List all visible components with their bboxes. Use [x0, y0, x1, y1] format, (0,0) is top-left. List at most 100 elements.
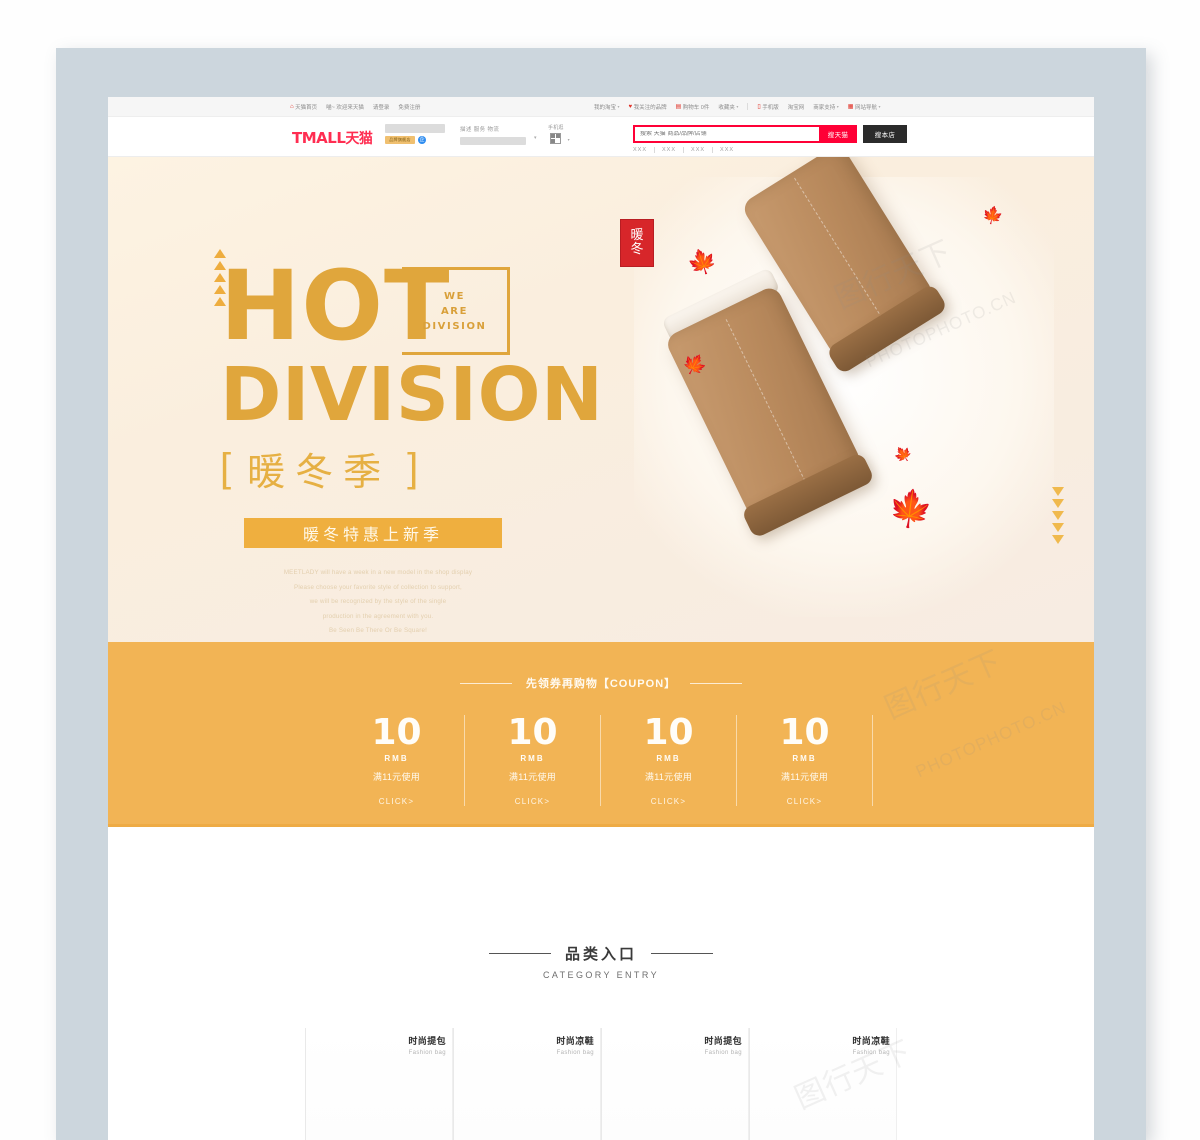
rating-bars-placeholder — [460, 137, 526, 145]
topbar-link-mobile[interactable]: ▯ 手机版 — [757, 103, 778, 111]
chevron-down-icon[interactable]: ▾ — [534, 135, 537, 141]
category-card[interactable]: 时尚凉鞋 Fashion bag $299 — [453, 1028, 601, 1140]
coupon-currency: RMB — [792, 754, 817, 763]
we-are-division-box: WE ARE DIVISION — [402, 267, 510, 355]
coupon-condition: 满11元使用 — [780, 772, 829, 782]
para-line: Be Seen Be There Or Be Square! — [328, 627, 428, 635]
category-card[interactable]: 时尚提包 Fashion bag $299 — [601, 1028, 749, 1140]
grid-icon: ▦ — [847, 103, 854, 110]
coupon-currency: RMB — [384, 754, 409, 763]
category-card-title: 时尚凉鞋 — [852, 1036, 890, 1046]
hero-paragraph: MEETLADY will have a week in a new model… — [228, 566, 528, 639]
coupon-card[interactable]: 10 RMB 满11元使用 CLICK> — [329, 715, 465, 806]
search-input[interactable] — [640, 131, 819, 137]
category-card-grid: 时尚提包 Fashion bag $299 时尚凉鞋 Fashion bag $… — [108, 1028, 1094, 1140]
topbar-link-taobao[interactable]: 淘宝网 — [788, 103, 805, 111]
topbar-link-home[interactable]: ⌂ 天猫首页 — [290, 103, 317, 111]
tmall-logo[interactable]: TMALL天猫 — [292, 128, 373, 148]
hotword-link[interactable]: XXX — [720, 147, 741, 153]
topbar-link-my-taobao[interactable]: 我的淘宝 ▾ — [594, 103, 620, 111]
chevron-down-icon: ▾ — [836, 104, 839, 109]
product-photo-boots[interactable]: 🍁 🍁 🍁 🍁 🍁 — [652, 157, 1042, 615]
topbar-link-login[interactable]: 请登录 — [373, 103, 390, 111]
category-card-title: 时尚提包 — [704, 1036, 742, 1046]
chevron-down-icon: ▾ — [878, 104, 881, 109]
box-line-2: ARE — [440, 305, 469, 317]
para-line: production in the agreement with you. — [322, 612, 434, 620]
para-line: MEETLADY will have a week in a new model… — [283, 569, 473, 577]
topbar-link-welcome[interactable]: 喵~ 欢迎来天猫 — [326, 103, 364, 111]
shop-page: ⌂ 天猫首页 喵~ 欢迎来天猫 请登录 免费注册 我的淘宝 ▾ ♥ 我关注的品牌… — [108, 97, 1094, 1140]
topbar-link-label: 喵~ 欢迎来天猫 — [326, 104, 364, 111]
coupon-card[interactable]: 10 RMB 满11元使用 CLICK> — [601, 715, 737, 806]
divider — [651, 953, 713, 954]
topbar-link-label: 我关注的品牌 — [633, 104, 667, 111]
category-card[interactable]: 时尚提包 Fashion bag $299 — [305, 1028, 453, 1140]
bracket-right: ] — [407, 446, 419, 491]
tmall-topbar: ⌂ 天猫首页 喵~ 欢迎来天猫 请登录 免费注册 我的淘宝 ▾ ♥ 我关注的品牌… — [108, 97, 1094, 117]
divider — [488, 953, 551, 954]
hotword-link[interactable]: XXX — [633, 147, 656, 153]
phone-icon: ▯ — [757, 103, 761, 110]
hero-headline: HOT WE ARE DIVISION DIVISION [ 暖冬季 ] 暖冬特… — [220, 258, 604, 639]
shop-header: TMALL天猫 品牌旗舰店 企 描述 服务 物流 ▾ 手机逛 ▾ 搜索 天猫 商… — [108, 117, 1094, 157]
topbar-link-label: 购物车 0件 — [682, 104, 710, 111]
topbar-link-label: 收藏夹 — [718, 104, 735, 111]
topbar-right-links: 我的淘宝 ▾ ♥ 我关注的品牌 ▤ 购物车 0件 收藏夹 ▾ ▯ 手机版 淘宝网… — [594, 103, 880, 111]
search-shop-button[interactable]: 搜本店 — [863, 125, 907, 143]
maple-leaf-icon: 🍁 — [885, 485, 936, 532]
flagship-badge[interactable]: 品牌旗舰店 — [385, 136, 415, 144]
coupon-card[interactable]: 10 RMB 满11元使用 CLICK> — [737, 715, 873, 806]
category-card-title: 时尚凉鞋 — [556, 1036, 594, 1046]
maple-leaf-icon: 🍁 — [890, 442, 916, 467]
coupon-amount: 10 — [371, 712, 422, 753]
shop-badges: 品牌旗舰店 企 — [385, 124, 445, 144]
hero-cta-button[interactable]: 暖冬特惠上新季 — [244, 518, 502, 549]
coupon-section: 先领券再购物【COUPON】 10 RMB 满11元使用 CLICK> 10 R… — [108, 642, 1094, 827]
chevron-down-icon: ▾ — [736, 104, 739, 109]
hero-banner[interactable]: 暖 冬 HOT WE ARE DIVISION DIVISION [ 暖冬季 ] — [108, 157, 1094, 642]
coupon-click-link[interactable]: CLICK> — [601, 797, 736, 806]
category-heading-cn: 品类入口 — [564, 946, 637, 963]
hotword-link[interactable]: XXX — [662, 147, 685, 153]
coupon-click-link[interactable]: CLICK> — [329, 797, 464, 806]
box-line-1: WE — [443, 290, 466, 302]
headline-division: DIVISION — [220, 352, 604, 438]
seal-char-2: 冬 — [630, 242, 644, 257]
topbar-link-label: 商家支持 — [813, 104, 836, 111]
topbar-link-cart[interactable]: ▤ 购物车 0件 — [676, 103, 710, 111]
coupon-click-link[interactable]: CLICK> — [465, 797, 600, 806]
search-tmall-button[interactable]: 搜天猫 — [819, 125, 857, 143]
shop-name-placeholder — [385, 124, 445, 133]
divider — [747, 103, 749, 110]
category-card[interactable]: 时尚凉鞋 Fashion bag $299 — [749, 1028, 897, 1140]
topbar-link-followed-brands[interactable]: ♥ 我关注的品牌 — [629, 103, 667, 111]
topbar-link-site-nav[interactable]: ▦ 网站导航 ▾ — [848, 103, 881, 111]
headline-chinese: [ 暖冬季 ] — [220, 441, 600, 496]
seal-stamp[interactable]: 暖 冬 — [620, 219, 654, 267]
verified-badge[interactable]: 企 — [418, 136, 426, 144]
hotword-link[interactable]: XXX — [691, 147, 714, 153]
topbar-link-label: 免费注册 — [398, 104, 421, 111]
coupon-card[interactable]: 10 RMB 满11元使用 CLICK> — [465, 715, 601, 806]
coupon-amount: 10 — [507, 712, 558, 753]
topbar-link-label: 网站导航 — [854, 104, 877, 111]
coupon-amount: 10 — [643, 712, 694, 753]
search-input-wrap[interactable] — [633, 125, 819, 143]
heart-icon: ♥ — [628, 103, 633, 110]
coupon-condition: 满11元使用 — [644, 772, 693, 782]
coupon-title-text: 先领券再购物【COUPON】 — [525, 678, 677, 690]
topbar-link-seller-support[interactable]: 商家支持 ▾ — [813, 103, 839, 111]
mobile-qr[interactable]: 手机逛 ▾ — [548, 124, 570, 144]
rating-label: 描述 服务 物流 — [460, 127, 500, 133]
topbar-link-register[interactable]: 免费注册 — [398, 103, 420, 111]
coupon-click-link[interactable]: CLICK> — [737, 797, 872, 806]
coupon-currency: RMB — [520, 754, 545, 763]
category-card-subtitle: Fashion bag — [704, 1050, 742, 1056]
maple-leaf-icon: 🍁 — [684, 245, 722, 280]
coupon-list: 10 RMB 满11元使用 CLICK> 10 RMB 满11元使用 CLICK… — [108, 715, 1094, 806]
category-card-subtitle: Fashion bag — [852, 1050, 890, 1056]
coupon-condition: 满11元使用 — [508, 772, 557, 782]
topbar-link-favorites[interactable]: 收藏夹 ▾ — [718, 103, 738, 111]
topbar-link-label: 淘宝网 — [787, 104, 805, 111]
